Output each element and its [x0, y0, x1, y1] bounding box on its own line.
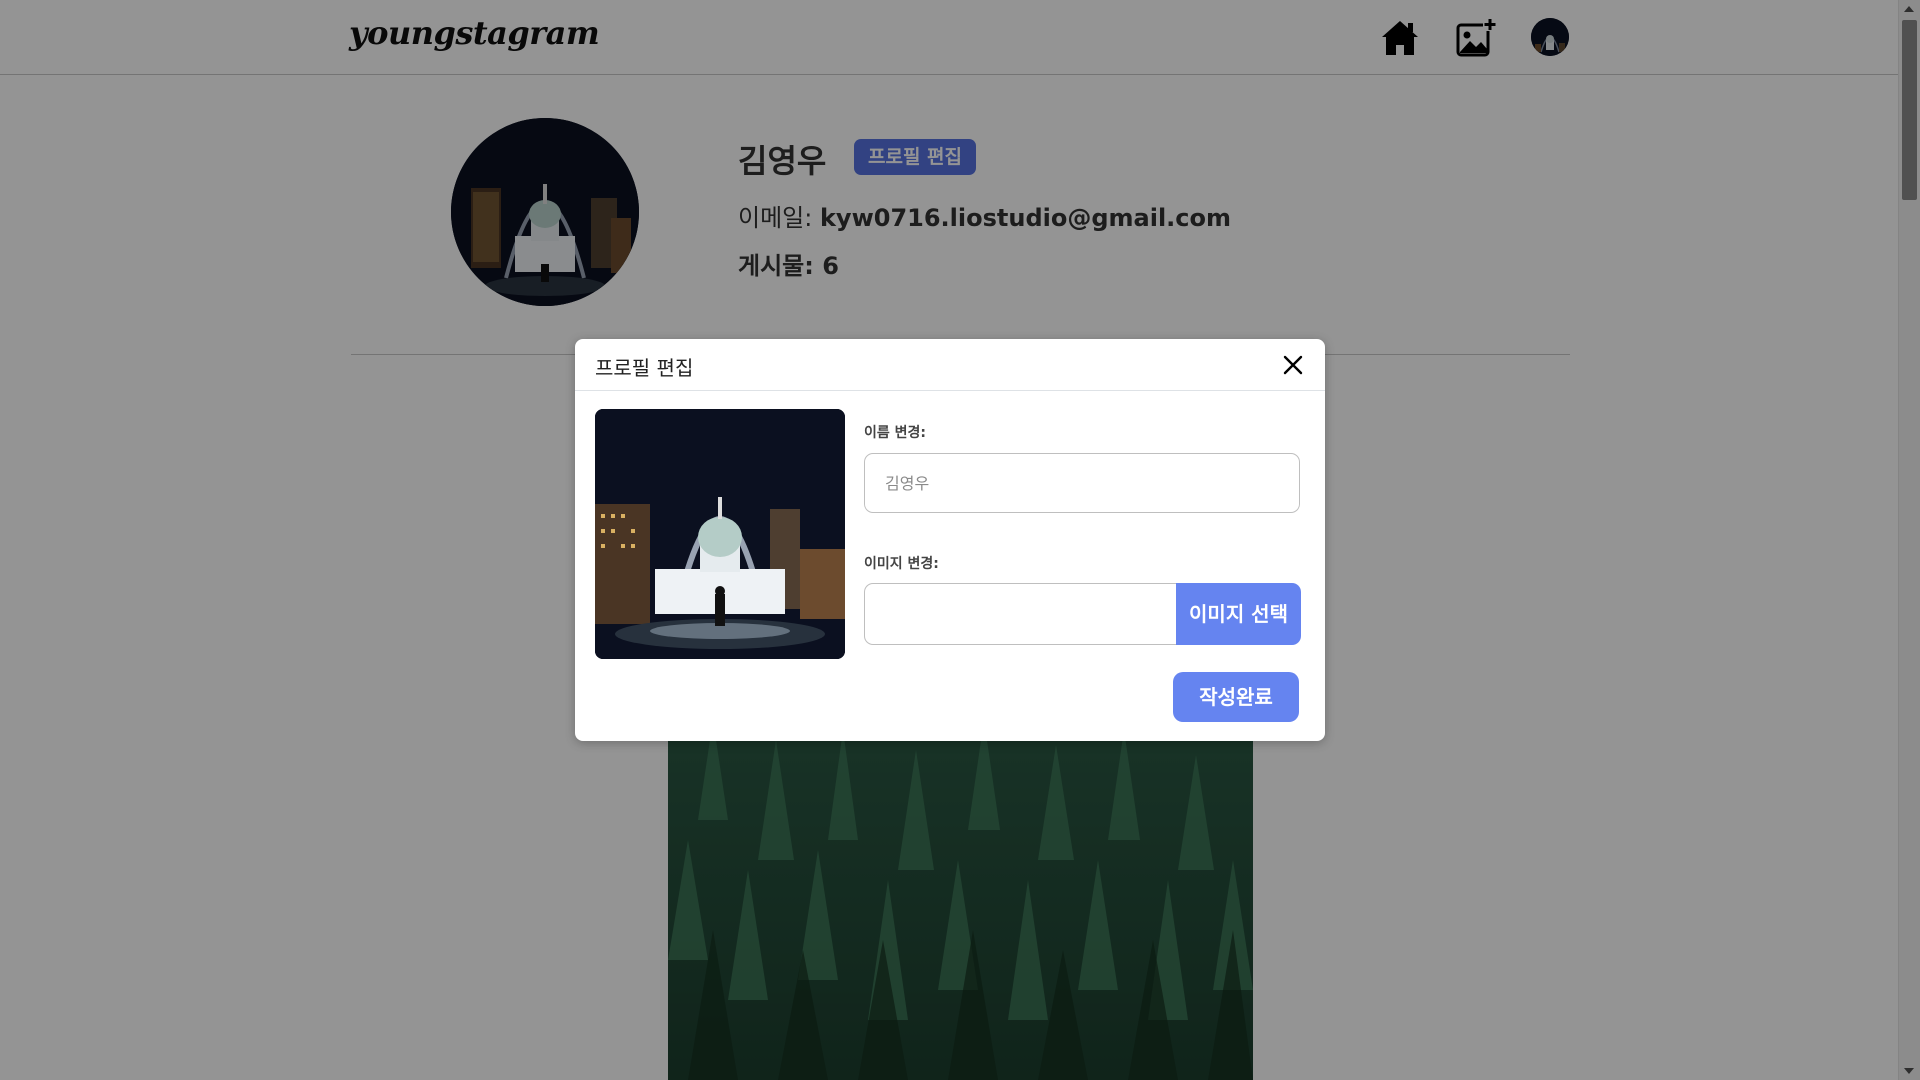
profile-image-preview — [595, 409, 845, 659]
submit-button[interactable]: 작성완료 — [1173, 672, 1299, 722]
modal-header: 프로필 편집 — [575, 339, 1325, 391]
modal-title: 프로필 편집 — [595, 356, 694, 380]
image-file-field[interactable] — [864, 583, 1178, 645]
name-change-label: 이름 변경: — [864, 425, 926, 441]
close-icon[interactable] — [1281, 353, 1305, 377]
image-change-label: 이미지 변경: — [864, 556, 939, 572]
edit-profile-modal: 프로필 편집 이름 변경: 이미지 변경: — [575, 339, 1325, 741]
select-image-button[interactable]: 이미지 선택 — [1176, 583, 1301, 645]
name-input[interactable] — [864, 453, 1300, 513]
